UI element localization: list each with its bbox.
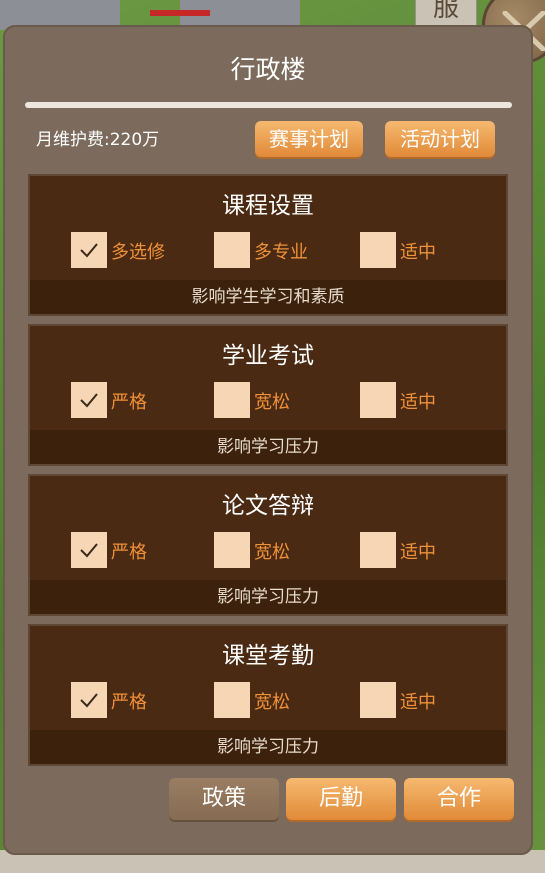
- checkmark-icon: [80, 693, 98, 708]
- option-label: 多专业: [254, 242, 308, 263]
- checkbox[interactable]: [214, 682, 250, 718]
- option-label: 严格: [111, 692, 147, 713]
- checkbox[interactable]: [71, 382, 107, 418]
- option-label: 适中: [400, 392, 436, 413]
- checkbox[interactable]: [71, 532, 107, 568]
- checkbox[interactable]: [214, 532, 250, 568]
- checkbox[interactable]: [214, 232, 250, 268]
- option-label: 适中: [400, 542, 436, 563]
- section-course-settings: 课程设置 多选修 多专业 适中 影响学生学习和素质: [28, 174, 508, 316]
- section-title: 学业考试: [222, 343, 314, 369]
- admin-building-panel: 行政楼 月维护费:220万 赛事计划 活动计划 课程设置 多选修 多专业 适中 …: [3, 25, 533, 855]
- section-description: 影响学习压力: [30, 580, 506, 614]
- section-title: 课程设置: [222, 193, 314, 219]
- section-thesis-defense: 论文答辩 严格 宽松 适中 影响学习压力: [28, 474, 508, 616]
- option-label: 严格: [111, 392, 147, 413]
- option-label: 适中: [400, 242, 436, 263]
- tab-policy[interactable]: 政策: [169, 778, 279, 820]
- activity-plan-button[interactable]: 活动计划: [385, 121, 495, 157]
- checkmark-icon: [80, 393, 98, 408]
- checkbox[interactable]: [360, 682, 396, 718]
- section-description: 影响学习压力: [30, 430, 506, 464]
- checkbox[interactable]: [360, 532, 396, 568]
- option-label: 宽松: [254, 392, 290, 413]
- option-label: 宽松: [254, 542, 290, 563]
- checkbox[interactable]: [214, 382, 250, 418]
- option-label: 适中: [400, 692, 436, 713]
- option-label: 宽松: [254, 692, 290, 713]
- section-description: 影响学生学习和素质: [30, 280, 506, 314]
- checkbox[interactable]: [71, 682, 107, 718]
- title-divider: [25, 102, 512, 108]
- monthly-cost: 月维护费:220万: [36, 130, 160, 150]
- checkbox[interactable]: [360, 232, 396, 268]
- checkmark-icon: [80, 543, 98, 558]
- red-stripe: [150, 10, 210, 16]
- panel-title: 行政楼: [230, 55, 306, 84]
- tab-logistics[interactable]: 后勤: [286, 778, 396, 820]
- checkmark-icon: [80, 243, 98, 258]
- section-title: 课堂考勤: [222, 643, 314, 669]
- checkbox[interactable]: [71, 232, 107, 268]
- section-description: 影响学习压力: [30, 730, 506, 764]
- checkbox[interactable]: [360, 382, 396, 418]
- building-label: 服: [432, 0, 459, 23]
- section-title: 论文答辩: [222, 493, 314, 519]
- section-academic-exam: 学业考试 严格 宽松 适中 影响学习压力: [28, 324, 508, 466]
- section-class-attendance: 课堂考勤 严格 宽松 适中 影响学习压力: [28, 624, 508, 766]
- option-label: 严格: [111, 542, 147, 563]
- tab-cooperation[interactable]: 合作: [404, 778, 514, 820]
- event-plan-button[interactable]: 赛事计划: [255, 121, 363, 157]
- option-label: 多选修: [111, 242, 165, 263]
